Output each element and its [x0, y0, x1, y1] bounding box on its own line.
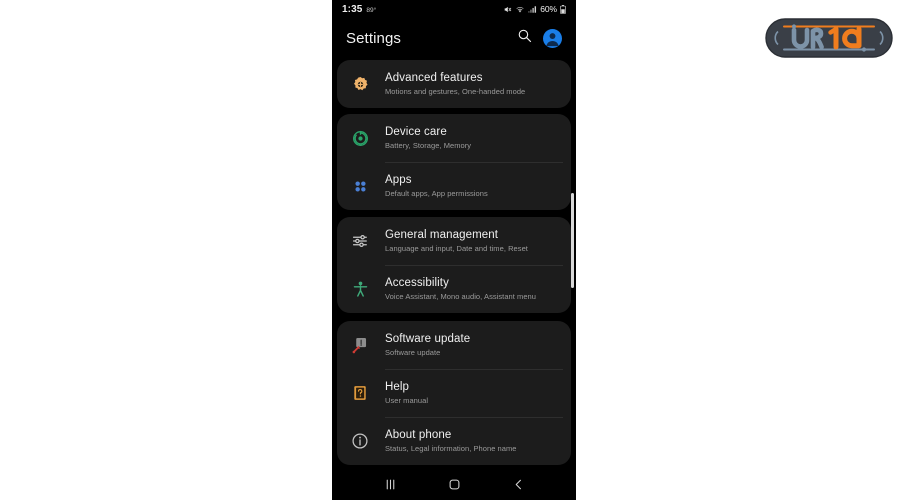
settings-item-subtitle: Battery, Storage, Memory	[385, 140, 471, 151]
mute-icon	[503, 5, 512, 14]
settings-item-title: Help	[385, 380, 428, 394]
watermark-logo	[764, 16, 894, 60]
wifi-icon	[515, 5, 525, 14]
settings-item-text: Apps Default apps, App permissions	[385, 173, 488, 199]
settings-item-subtitle: Software update	[385, 347, 470, 358]
account-avatar[interactable]	[543, 29, 562, 48]
settings-item-accessibility[interactable]: Accessibility Voice Assistant, Mono audi…	[337, 265, 571, 313]
settings-item-subtitle: Status, Legal information, Phone name	[385, 443, 517, 454]
settings-group-about: Software update Software update Help Us	[337, 321, 571, 465]
settings-item-general-management[interactable]: General management Language and input, D…	[337, 217, 571, 265]
settings-item-text: Advanced features Motions and gestures, …	[385, 71, 525, 97]
settings-item-title: Accessibility	[385, 276, 536, 290]
settings-item-title: Apps	[385, 173, 488, 187]
general-management-icon	[349, 230, 371, 252]
recents-icon[interactable]	[373, 473, 407, 495]
phone-screen: 1:35 89°	[332, 0, 576, 500]
help-icon	[349, 382, 371, 404]
navigation-bar	[332, 468, 576, 500]
settings-item-device-care[interactable]: Device care Battery, Storage, Memory	[337, 114, 571, 162]
settings-item-subtitle: Voice Assistant, Mono audio, Assistant m…	[385, 291, 536, 302]
settings-item-text: Software update Software update	[385, 332, 470, 358]
advanced-features-icon	[349, 73, 371, 95]
settings-group-device: Device care Battery, Storage, Memory App…	[337, 114, 571, 210]
list-scrollbar[interactable]	[571, 193, 574, 288]
header-actions	[517, 28, 562, 48]
status-temperature: 89°	[366, 7, 376, 14]
settings-item-about-phone[interactable]: About phone Status, Legal information, P…	[337, 417, 571, 465]
about-phone-icon	[349, 430, 371, 452]
settings-item-text: Device care Battery, Storage, Memory	[385, 125, 471, 151]
signal-icon	[528, 5, 537, 14]
settings-item-title: Software update	[385, 332, 470, 346]
settings-item-text: General management Language and input, D…	[385, 228, 528, 254]
page-title: Settings	[346, 30, 517, 47]
settings-item-subtitle: User manual	[385, 395, 428, 406]
settings-item-software-update[interactable]: Software update Software update	[337, 321, 571, 369]
accessibility-icon	[349, 278, 371, 300]
settings-list[interactable]: Advanced features Motions and gestures, …	[332, 58, 576, 468]
settings-header: Settings	[332, 20, 576, 56]
settings-item-subtitle: Language and input, Date and time, Reset	[385, 243, 528, 254]
settings-item-title: Advanced features	[385, 71, 525, 85]
status-bar-right: 60%	[503, 4, 566, 14]
settings-item-text: Accessibility Voice Assistant, Mono audi…	[385, 276, 536, 302]
settings-item-title: About phone	[385, 428, 517, 442]
settings-item-subtitle: Default apps, App permissions	[385, 188, 488, 199]
settings-item-title: Device care	[385, 125, 471, 139]
status-time: 1:35	[342, 4, 362, 15]
settings-item-text: Help User manual	[385, 380, 428, 406]
software-update-icon	[349, 334, 371, 356]
settings-item-subtitle: Motions and gestures, One-handed mode	[385, 86, 525, 97]
battery-icon	[560, 5, 566, 14]
back-icon[interactable]	[501, 473, 535, 495]
search-icon[interactable]	[517, 28, 532, 48]
settings-item-help[interactable]: Help User manual	[337, 369, 571, 417]
apps-icon	[349, 175, 371, 197]
battery-percent: 60%	[540, 4, 557, 14]
device-care-icon	[349, 127, 371, 149]
settings-item-advanced-features[interactable]: Advanced features Motions and gestures, …	[337, 60, 571, 108]
settings-group-advanced: Advanced features Motions and gestures, …	[337, 60, 571, 108]
settings-item-apps[interactable]: Apps Default apps, App permissions	[337, 162, 571, 210]
settings-item-title: General management	[385, 228, 528, 242]
status-bar-left: 1:35 89°	[342, 4, 376, 15]
home-icon[interactable]	[437, 473, 471, 495]
settings-item-text: About phone Status, Legal information, P…	[385, 428, 517, 454]
settings-group-system: General management Language and input, D…	[337, 217, 571, 313]
status-bar: 1:35 89°	[332, 0, 576, 18]
